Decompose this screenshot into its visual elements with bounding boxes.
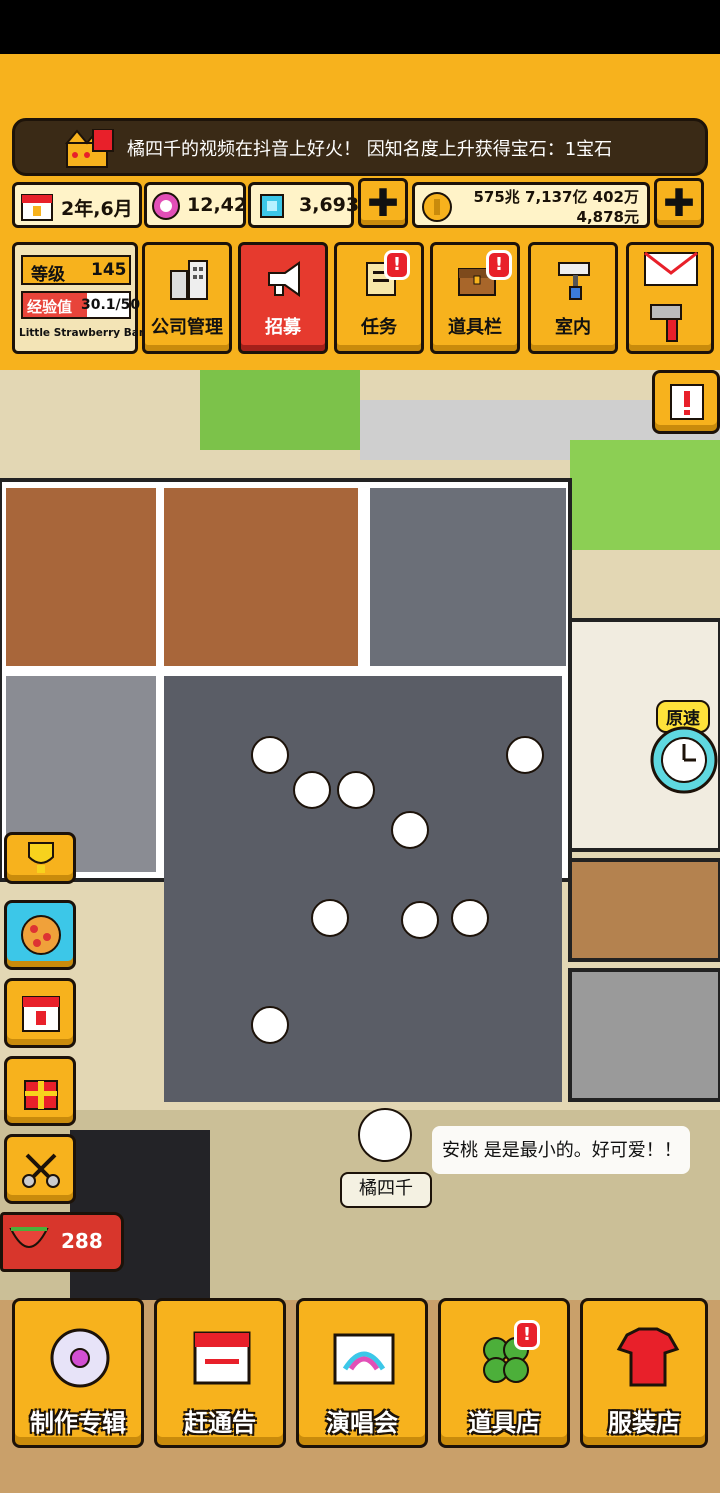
pizza-icon [21, 915, 61, 955]
money-line-1: 575兆 7,137亿 402万 [473, 188, 639, 206]
company-management-button[interactable]: 公司管理 [142, 242, 232, 354]
plus-icon: ✚ [663, 181, 695, 225]
exclamation-sign-icon [670, 384, 704, 420]
pink-gem-icon [152, 192, 180, 220]
inventory-label: 道具栏 [448, 317, 502, 338]
make-album-button[interactable]: 制作专辑 [12, 1298, 144, 1448]
announcement-button[interactable]: 赶通告 [154, 1298, 286, 1448]
interior-button[interactable]: 室内 [528, 242, 618, 354]
item-shop-alert-badge: ! [514, 1320, 540, 1350]
trophy-icon [28, 842, 54, 873]
level-value: 145 [91, 260, 127, 280]
inventory-alert-badge: ! [486, 250, 512, 280]
watermelon-icon [9, 1227, 49, 1248]
pizza-button[interactable] [4, 900, 76, 970]
buildings-icon [170, 260, 208, 300]
clothing-shop-button[interactable]: 服装店 [580, 1298, 708, 1448]
calendar-icon [21, 194, 53, 221]
plus-icon: ✚ [367, 181, 399, 225]
date-value: 2年,6月 [61, 198, 133, 220]
cd-icon [50, 1328, 110, 1388]
date-display: 2年,6月 [12, 182, 142, 228]
recruit-button[interactable]: 招募 [238, 242, 328, 354]
tasks-alert-badge: ! [384, 250, 410, 280]
watermelon-count: 288 [61, 1229, 103, 1253]
mail-icon [644, 251, 698, 286]
level-panel[interactable]: 等级 145 经验值 30.1/50 Little Strawberry Ban… [12, 242, 154, 354]
ticker-text: 橘四千的视频在抖音上好火！ 因知名度上升获得宝石：1宝石 [127, 139, 613, 160]
interior-label: 室内 [555, 317, 591, 338]
recruit-label: 招募 [265, 317, 301, 338]
news-ticker[interactable]: 橘四千的视频在抖音上好火！ 因知名度上升获得宝石：1宝石 [12, 118, 708, 176]
exp-value: 30.1/50 [81, 297, 141, 313]
band-name: Little Strawberry Band [19, 327, 154, 339]
item-shop-label: 道具店 [468, 1409, 540, 1437]
gift-icon [24, 1080, 58, 1110]
notice-button[interactable] [652, 370, 720, 434]
shirt-icon [616, 1327, 680, 1387]
exp-bar: 经验值 30.1/50 [21, 291, 140, 319]
character-dialog: 安桃 是是最小的。好可爱！！ [432, 1126, 690, 1174]
tasks-label: 任务 [361, 317, 397, 338]
pink-gem-display: 12,427 [144, 182, 260, 228]
announcement-label: 赶通告 [184, 1409, 256, 1437]
money-line-2: 4,878元 [576, 208, 639, 226]
make-album-label: 制作专辑 [30, 1409, 126, 1437]
character-name-tag[interactable]: 橘四千 [340, 1172, 432, 1208]
blue-gem-icon [260, 194, 284, 218]
company-management-label: 公司管理 [151, 317, 223, 338]
item-shop-button[interactable]: 道具店 [438, 1298, 570, 1448]
crown-trophy-icon [64, 129, 114, 168]
daily-calendar-button[interactable] [4, 978, 76, 1048]
exp-label: 经验值 [27, 298, 73, 316]
scissors-icon [22, 1153, 60, 1188]
level-row: 等级 145 [21, 255, 131, 285]
coin-icon [422, 192, 452, 222]
paint-roller-icon [558, 262, 590, 300]
blue-gem-count: 3,693 [299, 194, 360, 216]
clock-icon[interactable] [648, 712, 720, 798]
level-label: 等级 [31, 265, 65, 285]
rainbow-stage-icon [333, 1333, 395, 1385]
buy-gems-button[interactable]: ✚ [358, 178, 408, 228]
marquee-icon [193, 1331, 251, 1385]
watermelon-counter[interactable]: 288 [0, 1212, 124, 1272]
scissors-button[interactable] [4, 1134, 76, 1204]
calendar-7-icon [22, 996, 60, 1032]
money-display: 575兆 7,137亿 402万 4,878元 [412, 182, 650, 228]
blue-gem-display: 3,693 [248, 182, 359, 228]
mail-hammer-button[interactable] [626, 242, 714, 354]
megaphone-icon [268, 261, 300, 297]
hammer-icon [650, 304, 682, 342]
concert-button[interactable]: 演唱会 [296, 1298, 428, 1448]
clothing-shop-label: 服装店 [608, 1409, 680, 1437]
trophy-button[interactable] [4, 832, 76, 884]
concert-label: 演唱会 [326, 1409, 398, 1437]
status-bar [0, 0, 720, 54]
tasks-button[interactable]: 任务 [334, 242, 424, 354]
buy-money-button[interactable]: ✚ [654, 178, 704, 228]
gift-button[interactable] [4, 1056, 76, 1126]
